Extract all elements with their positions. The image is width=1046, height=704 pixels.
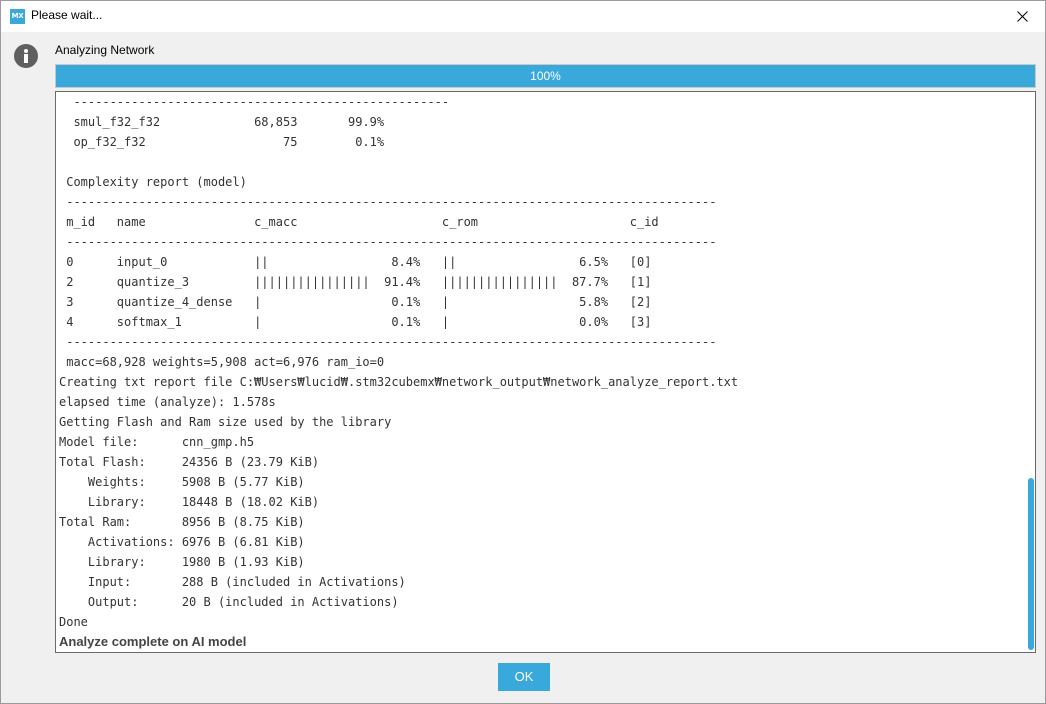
title-bar[interactable]: MX Please wait... xyxy=(1,1,1045,32)
console-line: Library: 1980 B (1.93 KiB) xyxy=(59,555,305,569)
console-line: Library: 18448 B (18.02 KiB) xyxy=(59,495,320,509)
ok-button[interactable]: OK xyxy=(498,663,550,691)
close-icon xyxy=(1017,11,1028,22)
console-line: 4 softmax_1 | 0.1% | 0.0% [3] xyxy=(59,315,652,329)
output-console[interactable]: ----------------------------------------… xyxy=(55,91,1036,653)
console-line: 3 quantize_4_dense | 0.1% | 5.8% [2] xyxy=(59,295,652,309)
console-line: Creating txt report file C:₩Users₩lucid₩… xyxy=(59,375,739,389)
window-title: Please wait... xyxy=(31,8,103,22)
console-line: Weights: 5908 B (5.77 KiB) xyxy=(59,475,305,489)
dialog-window: MX Please wait... Analyzing Network 100%… xyxy=(0,0,1046,704)
console-line: Input: 288 B (included in Activations) xyxy=(59,575,406,589)
console-line: Getting Flash and Ram size used by the l… xyxy=(59,415,392,429)
console-line: macc=68,928 weights=5,908 act=6,976 ram_… xyxy=(59,355,385,369)
console-final-message: Analyze complete on AI model xyxy=(59,634,247,649)
console-line: smul_f32_f32 68,853 99.9% xyxy=(59,115,385,129)
close-button[interactable] xyxy=(999,1,1045,32)
console-line: Complexity report (model) xyxy=(59,175,247,189)
console-line: Activations: 6976 B (6.81 KiB) xyxy=(59,535,305,549)
console-line: Done xyxy=(59,615,88,629)
console-line: 0 input_0 || 8.4% || 6.5% [0] xyxy=(59,255,652,269)
console-lines: ----------------------------------------… xyxy=(59,92,1019,652)
console-line: ----------------------------------------… xyxy=(59,95,450,109)
progress-text: 100% xyxy=(530,69,561,83)
info-icon xyxy=(14,44,38,68)
progress-bar: 100% xyxy=(55,64,1036,88)
console-line: 2 quantize_3 |||||||||||||||| 91.4% ||||… xyxy=(59,275,652,289)
console-line: m_id name c_macc c_rom c_id xyxy=(59,215,659,229)
console-line: ----------------------------------------… xyxy=(59,235,717,249)
console-line: ----------------------------------------… xyxy=(59,335,717,349)
console-line: Model file: cnn_gmp.h5 xyxy=(59,435,255,449)
scrollbar-thumb[interactable] xyxy=(1028,478,1034,650)
console-line: elapsed time (analyze): 1.578s xyxy=(59,395,276,409)
mx-logo-icon: MX xyxy=(10,9,25,24)
console-line: Output: 20 B (included in Activations) xyxy=(59,595,399,609)
console-line: Total Flash: 24356 B (23.79 KiB) xyxy=(59,455,320,469)
status-label: Analyzing Network xyxy=(55,43,155,57)
console-line: Total Ram: 8956 B (8.75 KiB) xyxy=(59,515,305,529)
console-line: op_f32_f32 75 0.1% xyxy=(59,135,385,149)
console-line: ----------------------------------------… xyxy=(59,195,717,209)
console-scrollbar[interactable] xyxy=(1027,92,1035,652)
